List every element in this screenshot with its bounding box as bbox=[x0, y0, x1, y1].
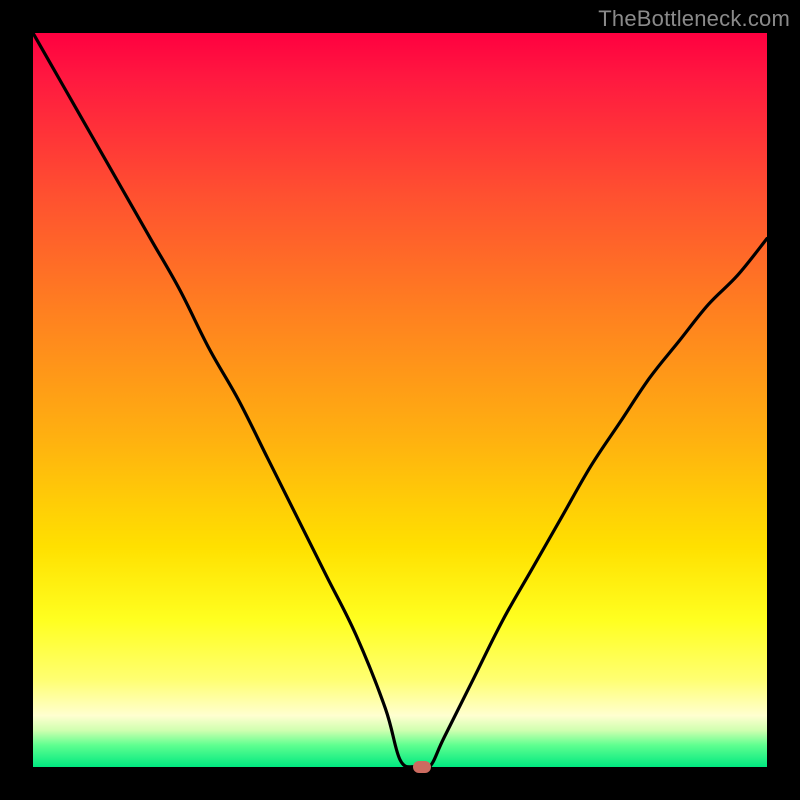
plot-area bbox=[33, 33, 767, 767]
bottleneck-marker bbox=[413, 761, 431, 773]
bottleneck-curve bbox=[33, 33, 767, 767]
chart-frame: TheBottleneck.com bbox=[0, 0, 800, 800]
watermark-text: TheBottleneck.com bbox=[598, 6, 790, 32]
